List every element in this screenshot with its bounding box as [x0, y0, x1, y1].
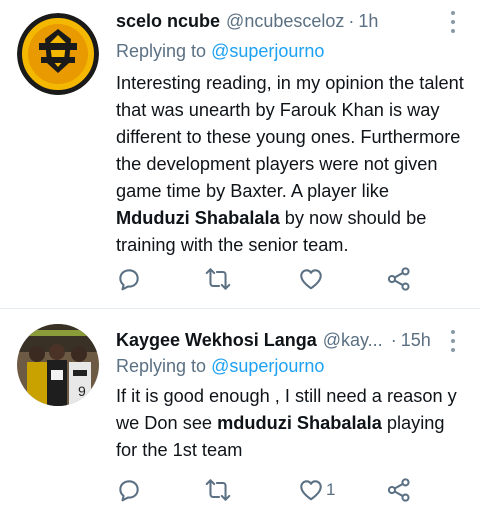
replying-to: Replying to @superjourno — [116, 355, 324, 377]
reply-button[interactable] — [116, 266, 142, 292]
like-button[interactable] — [298, 266, 326, 292]
like-count: 1 — [326, 480, 336, 499]
timestamp[interactable]: 1h — [358, 10, 378, 32]
share-button[interactable] — [386, 477, 412, 503]
separator-dot: · — [390, 330, 397, 350]
like-icon — [300, 269, 322, 290]
display-name[interactable]: scelo ncube — [116, 10, 220, 32]
replying-label: Replying to — [116, 41, 207, 61]
tweet-text-bold: mduduzi Shabalala — [217, 413, 382, 433]
user-handle[interactable]: @ncubesceloz — [226, 10, 344, 32]
retweet-icon — [205, 268, 231, 290]
tweet-header: scelo ncube @ncubesceloz · 1h — [116, 10, 468, 32]
mention-link[interactable]: @superjourno — [211, 41, 324, 61]
replying-to: Replying to @superjourno — [116, 40, 324, 62]
tweet-actions — [116, 266, 416, 292]
retweet-button[interactable] — [204, 477, 232, 503]
reply-icon — [119, 480, 139, 502]
reply-icon — [119, 269, 139, 291]
tweet-actions: 1 — [116, 477, 416, 503]
like-icon — [300, 480, 322, 501]
more-icon[interactable] — [450, 330, 456, 352]
more-icon[interactable] — [450, 11, 456, 33]
tweet-text-bold: Mduduzi Shabalala — [116, 208, 280, 228]
replying-label: Replying to — [116, 356, 207, 376]
tweet-text: If it is good enough , I still need a re… — [116, 383, 466, 464]
tweet-text: Interesting reading, in my opinion the t… — [116, 70, 466, 259]
display-name[interactable]: Kaygee Wekhosi Langa — [116, 329, 317, 351]
reply-button[interactable] — [116, 477, 142, 503]
user-handle[interactable]: @kay... — [323, 329, 383, 351]
tweet-text-part: Interesting reading, in my opinion the t… — [116, 73, 464, 201]
separator-dot: · — [348, 11, 355, 31]
tweet[interactable]: scelo ncube @ncubesceloz · 1h Replying t… — [0, 0, 480, 309]
retweet-icon — [205, 479, 231, 501]
share-icon — [387, 267, 410, 291]
timestamp[interactable]: 15h — [401, 329, 431, 351]
avatar[interactable]: 9 — [17, 324, 99, 406]
share-icon — [387, 478, 410, 502]
tweet[interactable]: 9 Kaygee Wekhosi Langa @kay... · 15h Rep… — [0, 309, 480, 508]
svg-text:9: 9 — [78, 383, 86, 399]
share-button[interactable] — [386, 266, 412, 292]
avatar[interactable] — [17, 13, 99, 95]
like-button[interactable]: 1 — [298, 477, 335, 503]
retweet-button[interactable] — [204, 266, 232, 292]
tweet-header: Kaygee Wekhosi Langa @kay... · 15h — [116, 329, 468, 351]
mention-link[interactable]: @superjourno — [211, 356, 324, 376]
